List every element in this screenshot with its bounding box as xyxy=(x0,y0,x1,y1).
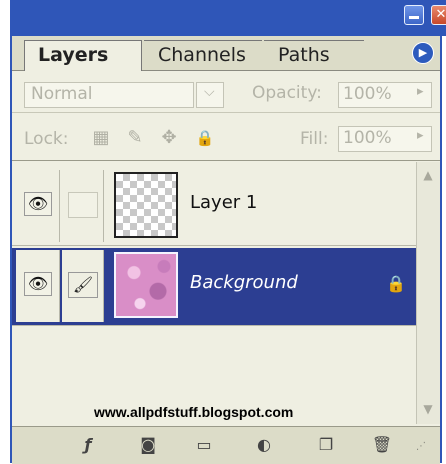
tab-layers-label: Layers xyxy=(38,44,109,66)
tab-channels-label: Channels xyxy=(158,44,246,66)
opacity-label: Opacity: xyxy=(252,83,322,103)
panel-menu-icon: ▶ xyxy=(418,46,428,59)
new-adjustment-layer-icon[interactable]: ◐ xyxy=(252,433,276,457)
lock-transparency-icon[interactable]: ▦ xyxy=(90,127,112,149)
close-button[interactable]: ✕ xyxy=(431,5,446,25)
layers-scrollbar[interactable]: ▲ ▼ xyxy=(416,162,440,424)
layer-thumbnail-transparent xyxy=(114,172,178,238)
opacity-value: 100% xyxy=(343,84,392,104)
lock-all-icon[interactable]: 🔒 xyxy=(194,127,216,149)
watermark-text: www.allpdfstuff.blogspot.com xyxy=(94,404,294,420)
layer-row-background[interactable]: 👁 🖌 Background 🔒 xyxy=(12,248,416,326)
link-toggle[interactable] xyxy=(68,192,98,218)
layer-row-layer-1[interactable]: 👁 Layer 1 xyxy=(12,168,416,246)
tab-layers[interactable]: Layers xyxy=(24,40,142,71)
tab-strip: Layers Channels Paths ▶ xyxy=(12,36,440,71)
minimize-icon xyxy=(405,6,423,24)
visibility-cell: 👁 xyxy=(16,170,60,242)
layers-toolbar: ƒ ◙ ▭ ◐ ❐ 🗑 ⋰ xyxy=(12,426,440,464)
lock-icon: 🔒 xyxy=(386,274,406,293)
eye-visibility-icon[interactable]: 👁 xyxy=(24,192,52,216)
layers-list: 👁 Layer 1 👁 🖌 Background 🔒 xyxy=(12,162,416,424)
link-cell xyxy=(62,170,104,242)
add-mask-icon[interactable]: ◙ xyxy=(136,433,160,457)
new-layer-icon[interactable]: ❐ xyxy=(314,433,338,457)
layer-name[interactable]: Background xyxy=(190,272,298,293)
title-bar[interactable]: ✕ xyxy=(10,0,446,36)
fill-field[interactable]: 100% ▸ xyxy=(338,126,432,152)
panel-menu-button[interactable]: ▶ xyxy=(412,42,434,64)
layer-thumbnail-image xyxy=(114,252,178,318)
scroll-down-icon[interactable]: ▼ xyxy=(419,400,437,418)
fill-value: 100% xyxy=(343,128,392,148)
blend-mode-value: Normal xyxy=(31,84,93,104)
tab-channels[interactable]: Channels xyxy=(144,40,262,70)
visibility-cell: 👁 xyxy=(16,250,60,322)
close-icon: ✕ xyxy=(435,7,446,22)
layer-name[interactable]: Layer 1 xyxy=(190,192,257,213)
minimize-button[interactable] xyxy=(404,5,424,25)
tab-paths[interactable]: Paths xyxy=(264,40,364,70)
blend-options-row: Normal ⌵ Opacity: 100% ▸ xyxy=(12,72,440,113)
opacity-arrow-icon[interactable]: ▸ xyxy=(417,84,424,99)
layer-style-icon[interactable]: ƒ xyxy=(76,433,100,457)
chevron-down-icon: ⌵ xyxy=(204,84,215,100)
resize-grip-icon[interactable]: ⋰ xyxy=(416,441,434,459)
layers-palette-window: ✕ Layers Channels Paths ▶ Normal ⌵ Opaci… xyxy=(0,0,446,464)
opacity-field[interactable]: 100% ▸ xyxy=(338,82,432,108)
layers-panel: Layers Channels Paths ▶ Normal ⌵ Opacity… xyxy=(10,36,442,464)
lock-label: Lock: xyxy=(24,129,69,149)
blend-mode-dropdown-button[interactable]: ⌵ xyxy=(196,82,224,108)
eye-visibility-icon[interactable]: 👁 xyxy=(24,272,52,296)
fill-label: Fill: xyxy=(300,129,329,149)
lock-image-brush-icon[interactable]: ✎ xyxy=(124,127,146,149)
paintbrush-icon[interactable]: 🖌 xyxy=(68,272,98,298)
lock-position-move-icon[interactable]: ✥ xyxy=(158,127,180,149)
scroll-up-icon[interactable]: ▲ xyxy=(419,166,437,184)
brush-cell: 🖌 xyxy=(62,250,104,322)
blend-mode-select[interactable]: Normal xyxy=(24,82,194,108)
fill-arrow-icon[interactable]: ▸ xyxy=(417,128,424,143)
delete-layer-trash-icon[interactable]: 🗑 xyxy=(370,433,394,457)
new-group-folder-icon[interactable]: ▭ xyxy=(192,433,216,457)
tab-paths-label: Paths xyxy=(278,44,330,66)
lock-options-row: Lock: ▦ ✎ ✥ 🔒 Fill: 100% ▸ xyxy=(12,120,440,161)
